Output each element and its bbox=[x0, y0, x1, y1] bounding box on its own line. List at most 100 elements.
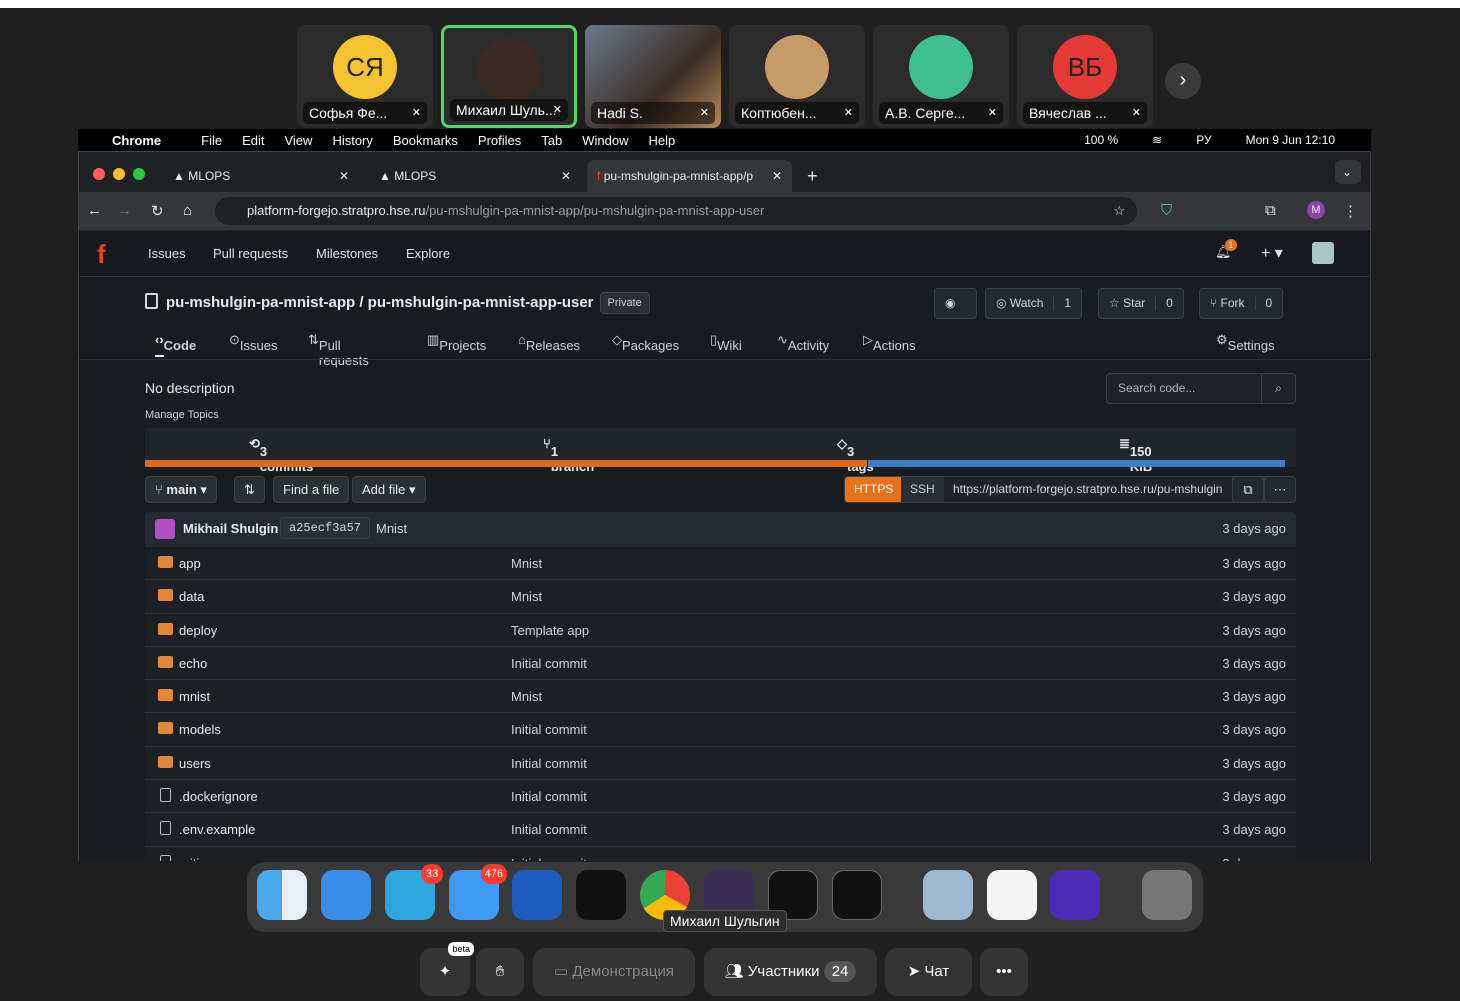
file-name-link[interactable]: echo bbox=[179, 656, 207, 671]
menubar-item[interactable]: Bookmarks bbox=[393, 133, 458, 148]
file-name-link[interactable]: .env.example bbox=[179, 822, 255, 837]
home-icon[interactable]: ⌂ bbox=[183, 202, 192, 219]
branches-link[interactable]: ⑂ 1 branch bbox=[543, 436, 594, 474]
browser-tab-1[interactable]: ▲ MLOPS ✕ bbox=[163, 160, 359, 192]
forward-icon[interactable]: → bbox=[117, 202, 132, 219]
branch-dropdown[interactable]: ⑂ main ▾ bbox=[145, 476, 217, 503]
user-avatar[interactable] bbox=[1312, 242, 1334, 264]
mail-icon[interactable]: 476 bbox=[449, 864, 507, 920]
commit-message-link[interactable]: Initial commit bbox=[511, 656, 587, 671]
nav-explore[interactable]: Explore bbox=[406, 246, 450, 261]
close-window-icon[interactable] bbox=[93, 168, 105, 180]
menubar-item[interactable]: File bbox=[201, 133, 222, 148]
commit-message[interactable]: Mnist bbox=[376, 521, 407, 536]
commit-message-link[interactable]: Initial commit bbox=[511, 756, 587, 771]
more-icon[interactable]: ••• bbox=[980, 948, 1028, 996]
bell-icon[interactable]: 🔔︎ 1 bbox=[1215, 239, 1237, 260]
repo-owner-link[interactable]: pu-mshulgin-pa-mnist-app bbox=[166, 294, 355, 311]
tab-actions[interactable]: ▷ Actions bbox=[863, 332, 916, 353]
forgejo-logo[interactable]: f bbox=[97, 241, 119, 267]
table-row[interactable]: echo Initial commit 3 days ago bbox=[145, 645, 1296, 680]
add-file-dropdown[interactable]: Add file ▾ bbox=[352, 476, 426, 503]
commit-message-link[interactable]: Initial commit bbox=[511, 722, 587, 737]
trash-icon[interactable] bbox=[1142, 870, 1192, 920]
table-row[interactable]: .gitignore Initial commit 3 days ago bbox=[145, 845, 1296, 861]
menubar-item[interactable]: History bbox=[332, 133, 372, 148]
table-row[interactable]: app Mnist 3 days ago bbox=[145, 546, 1296, 580]
file-name-link[interactable]: app bbox=[179, 556, 201, 571]
menubar-item[interactable]: Profiles bbox=[478, 133, 521, 148]
table-row[interactable]: users Initial commit 3 days ago bbox=[145, 745, 1296, 780]
file-name-link[interactable]: mnist bbox=[179, 689, 210, 704]
nav-milestones[interactable]: Milestones bbox=[316, 246, 378, 261]
table-row[interactable]: data Mnist 3 days ago bbox=[145, 579, 1296, 613]
telegram-icon[interactable]: 33 bbox=[385, 864, 443, 920]
commit-message-link[interactable]: Mnist bbox=[511, 589, 542, 604]
passwords-icon[interactable] bbox=[987, 870, 1037, 920]
table-row[interactable]: models Initial commit 3 days ago bbox=[145, 712, 1296, 746]
file-name-link[interactable]: data bbox=[179, 589, 204, 604]
participant-tile[interactable]: Михаил Шуль... ✕ bbox=[441, 25, 577, 128]
manage-topics-link[interactable]: Manage Topics bbox=[145, 409, 219, 421]
search-icon[interactable]: ⌕ bbox=[1261, 374, 1295, 403]
watch-button[interactable]: ◎ Watch 1 bbox=[985, 288, 1083, 319]
menubar-item[interactable]: Window bbox=[582, 133, 628, 148]
tab-pull-requests[interactable]: ⇅ Pull requests bbox=[308, 332, 369, 368]
tab-code[interactable]: ‹› Code bbox=[155, 332, 196, 357]
profile-avatar[interactable]: M bbox=[1307, 201, 1325, 219]
more-icon[interactable]: ⋯ bbox=[1264, 476, 1296, 503]
tab-packages[interactable]: ◇ Packages bbox=[612, 332, 679, 353]
file-name-link[interactable]: .dockerignore bbox=[179, 789, 258, 804]
participant-tile[interactable]: Hadi S. ✕ bbox=[585, 25, 721, 128]
kebab-menu-icon[interactable]: ⋮ bbox=[1343, 202, 1358, 220]
close-icon[interactable]: ✕ bbox=[772, 160, 782, 192]
copy-icon[interactable]: ⧉ bbox=[1232, 476, 1264, 503]
tab-activity[interactable]: ∿ Activity bbox=[777, 332, 829, 353]
new-tab-icon[interactable]: + bbox=[797, 160, 828, 192]
activity-monitor-icon[interactable] bbox=[832, 870, 882, 920]
reload-icon[interactable]: ↻ bbox=[151, 202, 164, 220]
table-row[interactable]: .env.example Initial commit 3 days ago bbox=[145, 812, 1296, 846]
wifi-icon[interactable]: ≋ bbox=[1152, 133, 1162, 147]
participant-tile[interactable]: Коптюбен... ✕ bbox=[729, 25, 865, 128]
file-name-link[interactable]: models bbox=[179, 722, 221, 737]
minimize-window-icon[interactable] bbox=[113, 168, 125, 180]
participant-tile[interactable]: А.В. Серге... ✕ bbox=[873, 25, 1009, 128]
finder-icon[interactable] bbox=[257, 870, 307, 920]
tab-releases[interactable]: ⌂ Releases bbox=[518, 332, 580, 353]
nav-pull-requests[interactable]: Pull requests bbox=[213, 246, 288, 261]
language-bar[interactable] bbox=[145, 460, 1296, 467]
clone-url-input[interactable]: https://platform-forgejo.stratpro.hse.ru… bbox=[953, 477, 1222, 502]
commit-sha[interactable]: a25ecf3a57 bbox=[280, 517, 371, 539]
preview-icon[interactable] bbox=[923, 870, 973, 920]
commit-message-link[interactable]: Mnist bbox=[511, 689, 542, 704]
fork-button[interactable]: ⑂ Fork 0 bbox=[1199, 288, 1284, 319]
url-input[interactable]: platform-forgejo.stratpro.hse.ru/pu-mshu… bbox=[215, 197, 1137, 225]
commit-message-link[interactable]: Mnist bbox=[511, 556, 542, 571]
bitwarden-icon[interactable] bbox=[512, 870, 562, 920]
create-plus-icon[interactable]: + ▾ bbox=[1261, 243, 1283, 263]
file-name-link[interactable]: .gitignore bbox=[179, 856, 232, 861]
tab-issues[interactable]: ⊙ Issues bbox=[229, 332, 277, 353]
browser-tab-2[interactable]: ▲ MLOPS ✕ bbox=[369, 160, 581, 192]
tab-settings[interactable]: ⚙ Settings bbox=[1216, 332, 1275, 353]
menubar-item[interactable]: Edit bbox=[242, 133, 264, 148]
sparkle-icon[interactable]: ✦ beta bbox=[420, 942, 474, 996]
rss-icon[interactable]: ◉ bbox=[934, 288, 977, 319]
maximize-window-icon[interactable] bbox=[133, 168, 145, 180]
back-icon[interactable]: ← bbox=[87, 202, 102, 219]
bookmark-star-icon[interactable]: ☆ bbox=[1113, 197, 1125, 225]
participant-tile[interactable]: ВБ Вячеслав ... ✕ bbox=[1017, 25, 1153, 128]
commit-message-link[interactable]: Template app bbox=[511, 623, 589, 638]
tab-wiki[interactable]: ▯ Wiki bbox=[710, 332, 742, 353]
safari-icon[interactable] bbox=[321, 870, 371, 920]
star-button[interactable]: ☆ Star 0 bbox=[1098, 288, 1184, 319]
nav-issues[interactable]: Issues bbox=[148, 246, 186, 261]
browser-tab-3[interactable]: f pu-mshulgin-pa-mnist-app/p ✕ bbox=[587, 160, 792, 192]
repo-name-link[interactable]: pu-mshulgin-pa-mnist-app-user bbox=[368, 294, 594, 311]
tags-link[interactable]: ◇ 3 tags bbox=[837, 436, 874, 474]
commit-author[interactable]: Mikhail Shulgin bbox=[183, 521, 278, 536]
table-row[interactable]: deploy Template app 3 days ago bbox=[145, 612, 1296, 646]
extensions-icon[interactable]: ⧉ bbox=[1265, 202, 1276, 219]
menubar-item[interactable]: Help bbox=[649, 133, 676, 148]
